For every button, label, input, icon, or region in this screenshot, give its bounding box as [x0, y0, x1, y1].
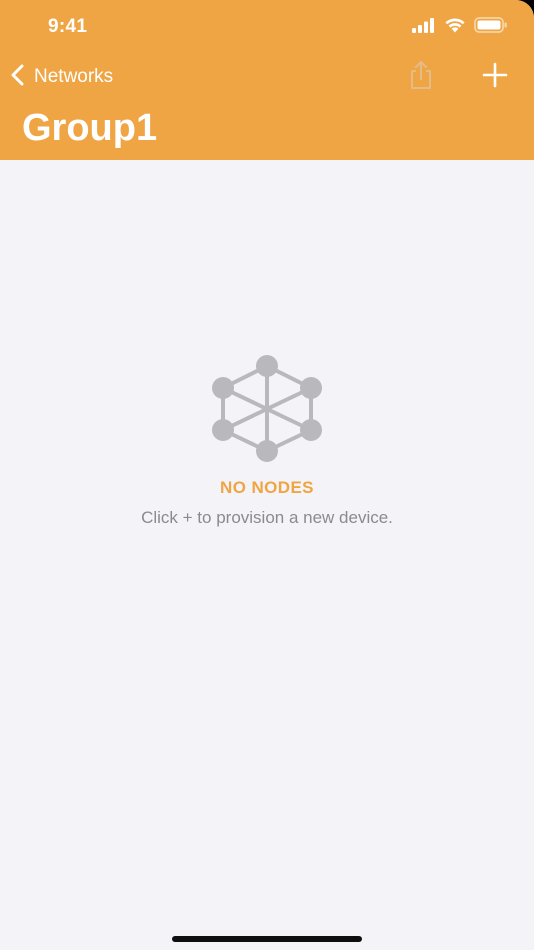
share-button[interactable] [404, 60, 438, 94]
status-icons [412, 17, 508, 33]
back-button-label: Networks [34, 66, 114, 87]
status-bar: 9:41 [0, 0, 534, 52]
navigation-header: 9:41 Networks Group1 [0, 0, 534, 160]
battery-icon [474, 17, 508, 33]
status-time: 9:41 [48, 16, 88, 37]
cellular-signal-icon [412, 17, 436, 33]
mesh-nodes-icon [212, 355, 322, 462]
wifi-icon [444, 17, 466, 33]
home-indicator [172, 936, 362, 942]
back-button[interactable]: Networks [10, 61, 113, 93]
share-icon [407, 60, 435, 95]
empty-state-title: NO NODES [220, 478, 314, 497]
chevron-left-icon [10, 64, 26, 91]
plus-icon [482, 62, 508, 93]
app-screen: 9:41 Networks Group1 NO NODES Click + to… [0, 0, 534, 950]
empty-state: NO NODES Click + to provision a new devi… [0, 350, 534, 528]
add-node-button[interactable] [478, 60, 512, 94]
empty-state-subtitle: Click + to provision a new device. [141, 508, 393, 527]
page-title: Group1 [22, 107, 158, 149]
